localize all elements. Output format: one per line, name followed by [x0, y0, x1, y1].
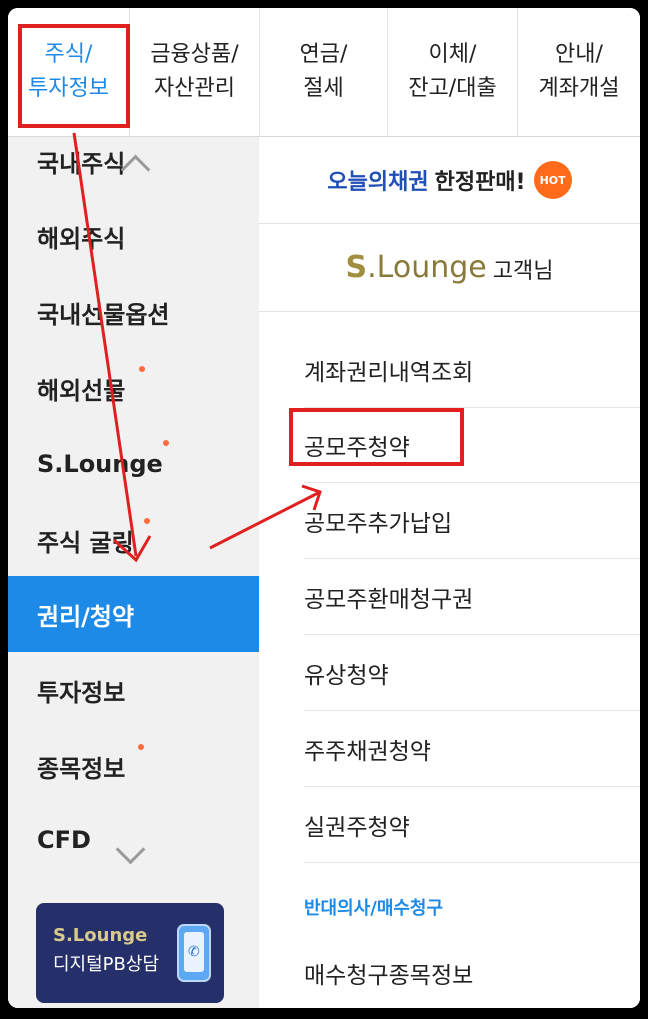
app-frame: 주식/ 투자정보 금융상품/ 자산관리 연금/ 절세 이체/ 잔고/대출 안내/… [8, 8, 640, 1008]
arrow-line-right [209, 490, 321, 550]
annotation-arrows [72, 132, 322, 563]
arrow-line-down [72, 132, 138, 557]
arrow-head-down [112, 535, 152, 563]
